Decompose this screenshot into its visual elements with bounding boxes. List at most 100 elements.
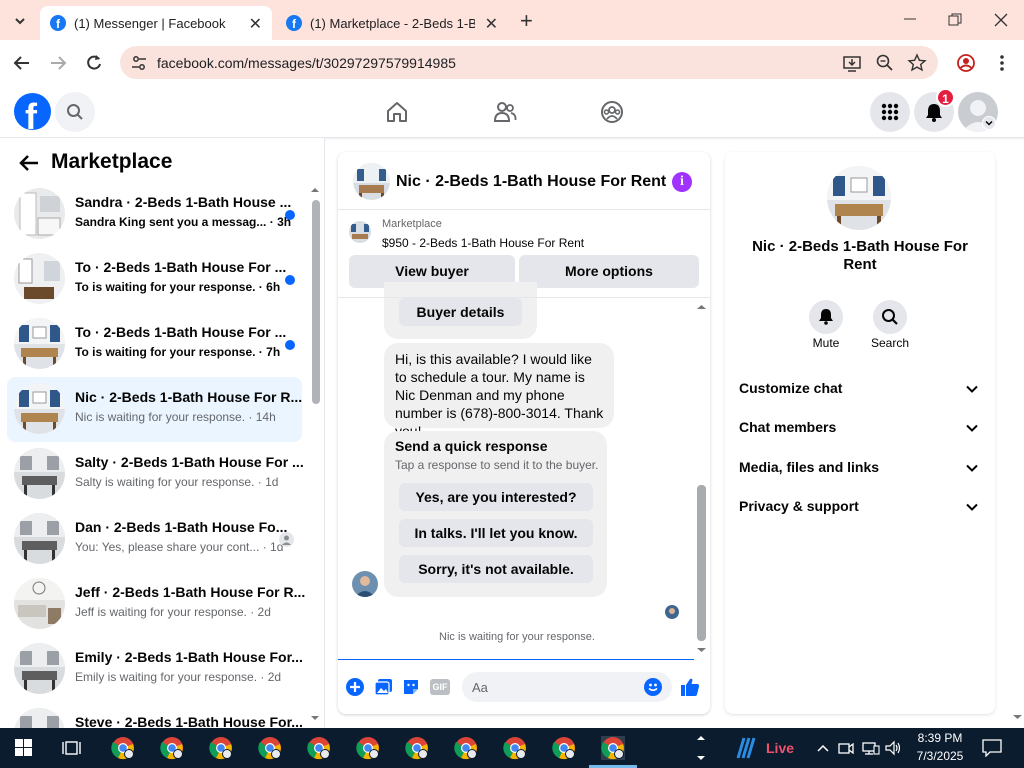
message-input[interactable]: Aa <box>462 672 672 702</box>
tab-marketplace[interactable]: f (1) Marketplace - 2-Beds 1-Bath ✕ <box>276 6 508 40</box>
scroll-down-arrow[interactable] <box>311 714 319 722</box>
media-files-links-section[interactable]: Media, files and links <box>739 459 983 483</box>
tray-chevron-up-icon[interactable] <box>816 741 830 755</box>
chrome-taskbar-icon[interactable] <box>601 736 625 760</box>
windows-start-icon[interactable] <box>15 739 33 757</box>
chrome-taskbar-icon[interactable] <box>307 736 331 760</box>
task-view-icon[interactable] <box>62 739 82 757</box>
tab-search-chevron-icon[interactable] <box>8 10 32 32</box>
mute-button[interactable] <box>809 300 843 334</box>
tab-close-icon[interactable]: ✕ <box>485 14 498 34</box>
conversation-item[interactable]: Dan · 2-Beds 1-Bath House Fo... You: Yes,… <box>7 507 302 572</box>
clock-time[interactable]: 8:39 PM <box>905 731 975 745</box>
details-avatar[interactable] <box>827 166 891 230</box>
emoji-icon[interactable] <box>644 678 662 696</box>
install-app-icon[interactable] <box>842 53 862 73</box>
restore-icon[interactable] <box>947 12 963 28</box>
chat-scrollbar-thumb[interactable] <box>697 485 706 641</box>
live-label[interactable]: Live <box>766 740 794 756</box>
chat-title[interactable]: Nic · 2-Beds 1-Bath House For Rent <box>396 173 666 191</box>
chat-scroll-up-arrow[interactable] <box>697 303 706 311</box>
facebook-favicon-icon: f <box>286 15 302 31</box>
friends-icon[interactable] <box>493 100 517 124</box>
tab-title: (1) Messenger | Facebook <box>74 15 226 31</box>
back-icon[interactable] <box>12 53 32 73</box>
chrome-taskbar-icon[interactable] <box>209 736 233 760</box>
volume-icon[interactable] <box>885 740 903 756</box>
groups-icon[interactable] <box>600 100 624 124</box>
back-arrow-icon[interactable] <box>18 153 40 173</box>
quick-response-yes[interactable]: Yes, are you interested? <box>399 483 593 511</box>
chat-scroll-down-arrow[interactable] <box>697 646 706 654</box>
plus-actions-icon[interactable] <box>346 678 364 696</box>
gif-icon[interactable]: GIF <box>430 679 450 695</box>
like-thumb-icon[interactable] <box>680 677 700 697</box>
tab-messenger[interactable]: f (1) Messenger | Facebook ✕ <box>40 6 272 40</box>
conversation-name: To · 2-Beds 1-Bath House For ... <box>75 324 287 340</box>
chevron-down-icon <box>966 503 978 511</box>
sticker-icon[interactable] <box>402 678 420 696</box>
address-bar[interactable]: facebook.com/messages/t/3029729757991498… <box>120 46 938 79</box>
close-window-icon[interactable] <box>993 12 1009 28</box>
tab-close-icon[interactable]: ✕ <box>249 14 262 34</box>
conversation-item[interactable]: To · 2-Beds 1-Bath House For ... To is wa… <box>7 312 302 377</box>
unread-dot <box>285 210 295 220</box>
conversation-time: 14h <box>255 410 276 424</box>
chrome-taskbar-icon[interactable] <box>258 736 282 760</box>
list-scrollbar-thumb[interactable] <box>312 200 320 404</box>
chrome-taskbar-icon[interactable] <box>111 736 135 760</box>
minimize-icon[interactable] <box>902 10 918 26</box>
meet-now-icon[interactable] <box>838 740 854 756</box>
facebook-logo-icon[interactable]: f <box>14 93 51 130</box>
profile-icon[interactable] <box>956 53 976 73</box>
chrome-taskbar-icon[interactable] <box>160 736 184 760</box>
reload-icon[interactable] <box>84 53 104 73</box>
notification-center-icon[interactable] <box>982 739 1002 757</box>
conversation-item[interactable]: Sandra · 2-Beds 1-Bath House ... Sandra K… <box>7 182 302 247</box>
info-icon[interactable]: i <box>672 172 692 192</box>
grid-menu-icon <box>881 103 899 121</box>
photo-icon[interactable] <box>374 678 393 696</box>
cricket-widget-icon[interactable] <box>734 736 758 760</box>
new-tab-button[interactable]: + <box>520 8 533 34</box>
clock-date[interactable]: 7/3/2025 <box>905 749 975 763</box>
chrome-taskbar-icon[interactable] <box>356 736 380 760</box>
conversation-item[interactable]: Nic · 2-Beds 1-Bath House For R... Nic is… <box>7 377 302 442</box>
search-chat-button[interactable] <box>873 300 907 334</box>
scroll-up-arrow[interactable] <box>311 186 319 194</box>
zoom-icon[interactable] <box>875 53 895 73</box>
chat-avatar[interactable] <box>353 163 390 200</box>
chrome-taskbar-icon[interactable] <box>503 736 527 760</box>
account-chevron-icon[interactable] <box>982 116 996 130</box>
conversation-item[interactable]: Steve · 2-Beds 1-Bath House For... <box>7 702 303 728</box>
conversation-item[interactable]: Jeff · 2-Beds 1-Bath House For R... Jeff … <box>7 572 305 637</box>
home-icon[interactable] <box>385 100 409 124</box>
network-icon[interactable] <box>862 740 880 756</box>
privacy-support-section[interactable]: Privacy & support <box>739 498 983 522</box>
sender-avatar[interactable] <box>352 571 378 597</box>
bookmark-star-icon[interactable] <box>907 53 927 73</box>
page-title: Marketplace <box>51 150 173 173</box>
more-options-button[interactable]: More options <box>519 255 699 288</box>
customize-chat-section[interactable]: Customize chat <box>739 380 983 404</box>
site-settings-icon[interactable] <box>130 54 148 72</box>
conversation-snippet: Emily is waiting for your response. · 2d <box>75 670 282 684</box>
listing-text[interactable]: $950 - 2-Beds 1-Bath House For Rent <box>382 236 584 250</box>
search-button[interactable] <box>55 92 95 132</box>
conversation-item[interactable]: Emily · 2-Beds 1-Bath House For... Emily … <box>7 637 303 702</box>
quick-response-in-talks[interactable]: In talks. I'll let you know. <box>399 519 593 547</box>
forward-icon[interactable] <box>48 53 68 73</box>
listing-thumbnail[interactable] <box>349 221 371 243</box>
chrome-taskbar-icon[interactable] <box>405 736 429 760</box>
quick-response-not-available[interactable]: Sorry, it's not available. <box>399 555 593 583</box>
chrome-taskbar-icon[interactable] <box>454 736 478 760</box>
chrome-taskbar-icon[interactable] <box>552 736 576 760</box>
conversation-item[interactable]: Salty · 2-Beds 1-Bath House For ... Salty… <box>7 442 304 507</box>
conversation-item[interactable]: To · 2-Beds 1-Bath House For ... To is wa… <box>7 247 302 312</box>
chat-members-section[interactable]: Chat members <box>739 419 983 443</box>
page-scroll-down-arrow[interactable] <box>1013 713 1022 721</box>
menu-button[interactable] <box>870 92 910 132</box>
taskbar-scroll-arrows[interactable] <box>697 732 705 764</box>
browser-menu-icon[interactable] <box>992 53 1012 73</box>
buyer-details-button[interactable]: Buyer details <box>399 298 522 326</box>
